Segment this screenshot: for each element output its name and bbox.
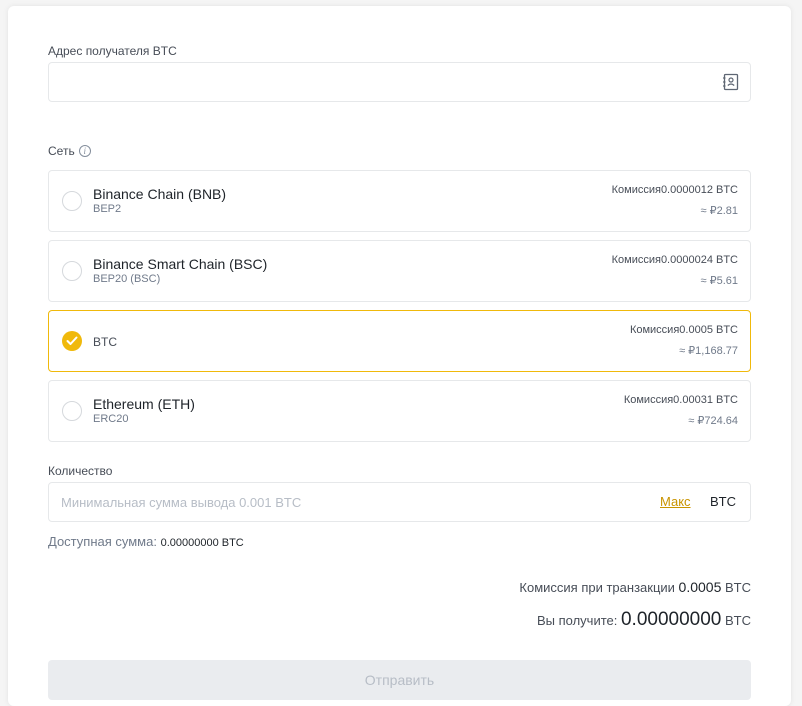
address-label: Адрес получателя BTC bbox=[48, 44, 177, 58]
address-field[interactable] bbox=[48, 62, 751, 102]
network-fee-fiat: ≈ ₽5.61 bbox=[700, 275, 738, 287]
network-fee: Комиссия0.00031 BTC bbox=[623, 394, 738, 406]
network-name: BTC bbox=[93, 335, 117, 349]
available-value: 0.00000000 BTC bbox=[160, 537, 244, 549]
network-fee: Комиссия0.0005 BTC bbox=[629, 324, 738, 336]
network-standard: BEP20 (BSC) bbox=[93, 273, 161, 285]
network-fee-fiat: ≈ ₽2.81 bbox=[700, 205, 738, 217]
receive-value: 0.00000000 bbox=[620, 609, 722, 630]
fee-label: Комиссия при транзакции bbox=[519, 580, 675, 595]
amount-input[interactable] bbox=[61, 483, 621, 521]
amount-label: Количество bbox=[48, 464, 113, 478]
receive-label: Вы получите: bbox=[536, 613, 618, 628]
available-balance: Доступная сумма: 0.00000000 BTC bbox=[48, 534, 244, 549]
address-input[interactable] bbox=[59, 63, 699, 101]
network-option-eth[interactable]: Ethereum (ETH) ERC20 Комиссия0.00031 BTC… bbox=[48, 380, 751, 442]
network-fee: Комиссия0.0000024 BTC bbox=[611, 254, 738, 266]
network-standard: ERC20 bbox=[93, 413, 129, 425]
fee-value: 0.0005 bbox=[678, 579, 722, 595]
network-name: Binance Smart Chain (BSC) bbox=[93, 256, 268, 272]
network-fee-fiat: ≈ ₽1,168.77 bbox=[679, 345, 738, 357]
available-label: Доступная сумма: bbox=[48, 534, 157, 549]
network-option-bnb[interactable]: Binance Chain (BNB) BEP2 Комиссия0.00000… bbox=[48, 170, 751, 232]
network-option-bsc[interactable]: Binance Smart Chain (BSC) BEP20 (BSC) Ко… bbox=[48, 240, 751, 302]
network-label-text: Сеть bbox=[48, 144, 75, 158]
max-button[interactable]: Макс bbox=[660, 494, 691, 509]
info-icon[interactable]: i bbox=[78, 145, 91, 157]
fee-unit: BTC bbox=[725, 580, 751, 595]
radio-unchecked-icon[interactable] bbox=[62, 191, 82, 211]
radio-unchecked-icon[interactable] bbox=[62, 261, 82, 281]
amount-field[interactable]: Макс BTC bbox=[48, 482, 751, 522]
network-fee: Комиссия0.0000012 BTC bbox=[611, 184, 738, 196]
network-standard: BEP2 bbox=[93, 203, 122, 215]
radio-unchecked-icon[interactable] bbox=[62, 401, 82, 421]
network-fee-fiat: ≈ ₽724.64 bbox=[688, 415, 738, 427]
network-option-btc[interactable]: BTC Комиссия0.0005 BTC ≈ ₽1,168.77 bbox=[48, 310, 751, 372]
network-label: Сеть i bbox=[48, 144, 91, 158]
submit-button[interactable]: Отправить bbox=[48, 660, 751, 700]
withdraw-form: Адрес получателя BTC Сеть i Binance Chai… bbox=[8, 6, 791, 706]
network-name: Binance Chain (BNB) bbox=[93, 186, 227, 202]
address-book-icon[interactable] bbox=[722, 73, 740, 91]
amount-unit: BTC bbox=[710, 494, 736, 509]
radio-checked-icon[interactable] bbox=[62, 331, 82, 351]
receive-unit: BTC bbox=[725, 613, 751, 628]
transaction-fee: Комиссия при транзакции 0.0005 BTC bbox=[519, 579, 751, 595]
network-name: Ethereum (ETH) bbox=[93, 396, 195, 412]
receive-amount: Вы получите: 0.00000000 BTC bbox=[537, 609, 751, 631]
